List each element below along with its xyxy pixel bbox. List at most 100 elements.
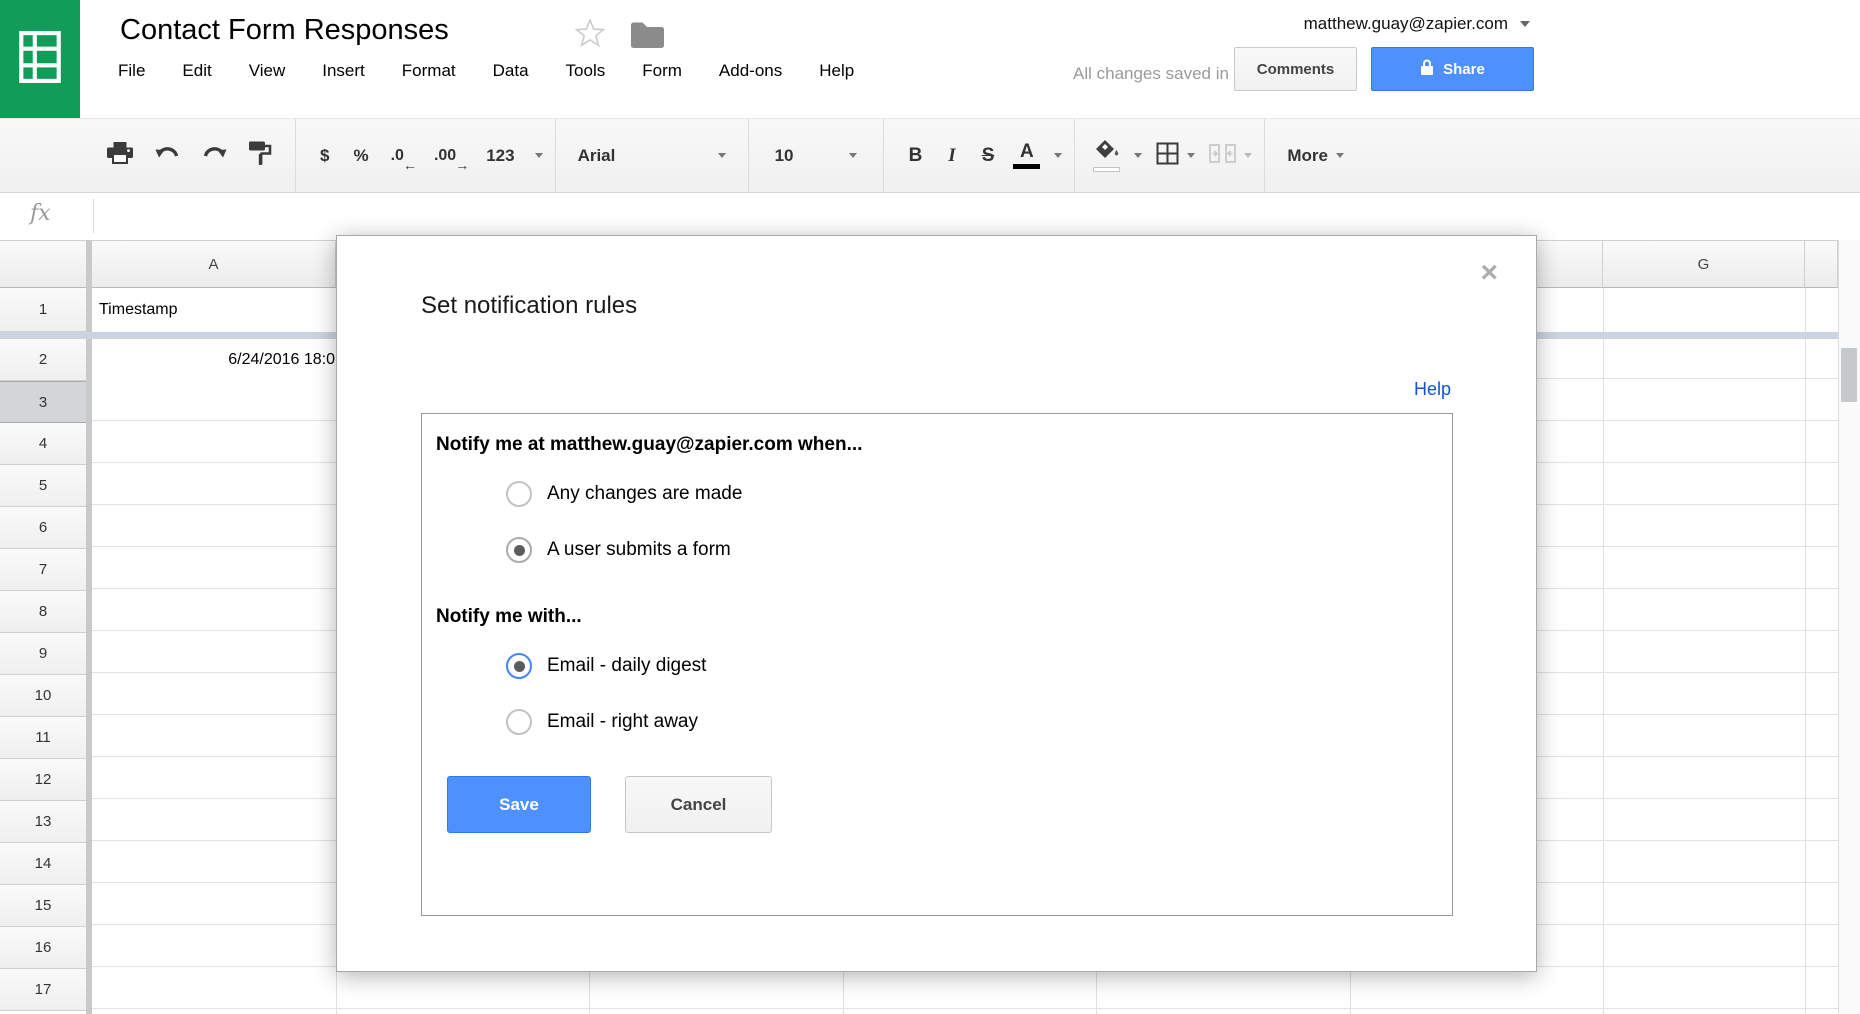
- row-header[interactable]: 11: [0, 717, 86, 759]
- share-button[interactable]: Share: [1371, 47, 1534, 91]
- radio-label: Email - daily digest: [547, 655, 706, 677]
- paint-bucket-icon: [1094, 139, 1120, 164]
- radio-label: A user submits a form: [547, 539, 731, 561]
- scrollbar-thumb[interactable]: [1841, 348, 1857, 402]
- row-header[interactable]: 4: [0, 423, 86, 465]
- folder-icon[interactable]: [630, 21, 664, 53]
- menu-item[interactable]: Edit: [182, 61, 211, 81]
- number-format-button[interactable]: 123: [474, 119, 542, 192]
- with-options: Email - daily digest Email - right away: [436, 638, 1438, 750]
- row-header[interactable]: 17: [0, 969, 86, 1011]
- font-size-select[interactable]: 10: [761, 119, 871, 192]
- redo-button[interactable]: [191, 119, 238, 192]
- chevron-down-icon: [1520, 21, 1530, 27]
- row-header[interactable]: 8: [0, 591, 86, 633]
- row-header[interactable]: 16: [0, 927, 86, 969]
- row-header[interactable]: 14: [0, 843, 86, 885]
- print-button[interactable]: [96, 119, 144, 192]
- select-all-corner[interactable]: [0, 240, 92, 288]
- menu-item[interactable]: Format: [402, 61, 456, 81]
- menu-item[interactable]: View: [249, 61, 286, 81]
- radio-option[interactable]: Email - right away: [436, 694, 1438, 750]
- chevron-down-icon: [849, 153, 857, 158]
- merge-cells-icon: [1209, 144, 1236, 168]
- fill-color-swatch: [1093, 167, 1120, 172]
- menu-item[interactable]: Help: [819, 61, 854, 81]
- column-header-a[interactable]: A: [92, 240, 336, 288]
- row-header[interactable]: 12: [0, 759, 86, 801]
- increase-decimal-button[interactable]: .00→: [424, 119, 466, 192]
- radio-option[interactable]: Email - daily digest: [436, 638, 1438, 694]
- when-options: Any changes are made A user submits a fo…: [436, 466, 1438, 578]
- menu-item[interactable]: Add-ons: [719, 61, 782, 81]
- google-sheets-app: Contact Form Responses File Edit View In…: [0, 0, 1860, 1014]
- comments-button[interactable]: Comments: [1234, 47, 1357, 91]
- menu-item[interactable]: Data: [493, 61, 529, 81]
- when-group: Notify me at matthew.guay@zapier.com whe…: [436, 432, 1438, 578]
- font-family-select[interactable]: Arial: [568, 119, 736, 192]
- menu-item[interactable]: File: [118, 61, 145, 81]
- chevron-down-icon: [1336, 153, 1344, 158]
- menu-item[interactable]: Tools: [566, 61, 606, 81]
- row-header[interactable]: 1: [0, 288, 86, 332]
- cancel-button[interactable]: Cancel: [625, 776, 772, 833]
- column-header-partial[interactable]: [1805, 240, 1838, 288]
- when-heading: Notify me at matthew.guay@zapier.com whe…: [436, 432, 1438, 458]
- lock-icon: [1420, 58, 1434, 80]
- formula-bar[interactable]: fx: [0, 193, 1860, 240]
- radio-option[interactable]: A user submits a form: [436, 522, 1438, 578]
- radio-option[interactable]: Any changes are made: [436, 466, 1438, 522]
- row-header[interactable]: 15: [0, 885, 86, 927]
- text-color-button[interactable]: A: [1007, 119, 1062, 192]
- redo-icon: [202, 144, 227, 167]
- titlebar: Contact Form Responses File Edit View In…: [0, 0, 1860, 118]
- document-title[interactable]: Contact Form Responses: [120, 14, 449, 47]
- sheets-logo[interactable]: [0, 0, 80, 118]
- save-button[interactable]: Save: [447, 776, 591, 833]
- currency-format-button[interactable]: $: [308, 119, 341, 192]
- close-icon[interactable]: ×: [1480, 258, 1498, 288]
- fill-color-button[interactable]: [1087, 119, 1142, 192]
- row-header[interactable]: 9: [0, 633, 86, 675]
- borders-icon: [1156, 142, 1179, 170]
- paint-format-button[interactable]: [238, 119, 283, 192]
- radio-icon: [506, 709, 532, 735]
- undo-icon: [155, 144, 180, 167]
- account-email: matthew.guay@zapier.com: [1304, 14, 1508, 34]
- percent-format-button[interactable]: %: [341, 119, 380, 192]
- undo-button[interactable]: [144, 119, 191, 192]
- account-menu[interactable]: matthew.guay@zapier.com: [1304, 14, 1530, 34]
- text-color-swatch: [1013, 164, 1040, 169]
- menu-item[interactable]: Insert: [322, 61, 365, 81]
- strikethrough-button[interactable]: S: [969, 119, 1008, 192]
- radio-icon: [506, 481, 532, 507]
- row-header[interactable]: 3: [0, 381, 86, 423]
- decrease-decimal-button[interactable]: .0←: [381, 119, 414, 192]
- dialog-title: Set notification rules: [421, 292, 637, 320]
- arrow-left-icon: ←: [403, 157, 417, 173]
- merge-cells-button[interactable]: [1209, 119, 1252, 192]
- cell-a1[interactable]: Timestamp: [92, 288, 336, 332]
- column-header-g[interactable]: G: [1603, 240, 1805, 288]
- bold-button[interactable]: B: [896, 119, 936, 192]
- row-header[interactable]: 10: [0, 675, 86, 717]
- row-header[interactable]: 13: [0, 801, 86, 843]
- help-link[interactable]: Help: [1414, 379, 1451, 400]
- star-icon[interactable]: [575, 18, 605, 53]
- toolbar: $ % .0← .00→ 123 Arial 10 B I S A: [0, 118, 1860, 193]
- menu-item[interactable]: Form: [642, 61, 682, 81]
- cell-a2[interactable]: 6/24/2016 18:0: [92, 339, 336, 381]
- paint-roller-icon: [249, 140, 272, 171]
- chevron-down-icon: [718, 153, 726, 158]
- borders-button[interactable]: [1156, 119, 1195, 192]
- chevron-down-icon: [535, 153, 543, 158]
- row-header[interactable]: 2: [0, 339, 86, 381]
- dialog-buttons: Save Cancel: [436, 776, 1438, 833]
- row-header[interactable]: 6: [0, 507, 86, 549]
- italic-button[interactable]: I: [935, 119, 968, 192]
- more-button[interactable]: More: [1287, 119, 1344, 192]
- fx-label: fx: [30, 201, 51, 226]
- row-header[interactable]: 7: [0, 549, 86, 591]
- notification-rules-dialog: × Set notification rules Help Notify me …: [336, 235, 1537, 972]
- row-header[interactable]: 5: [0, 465, 86, 507]
